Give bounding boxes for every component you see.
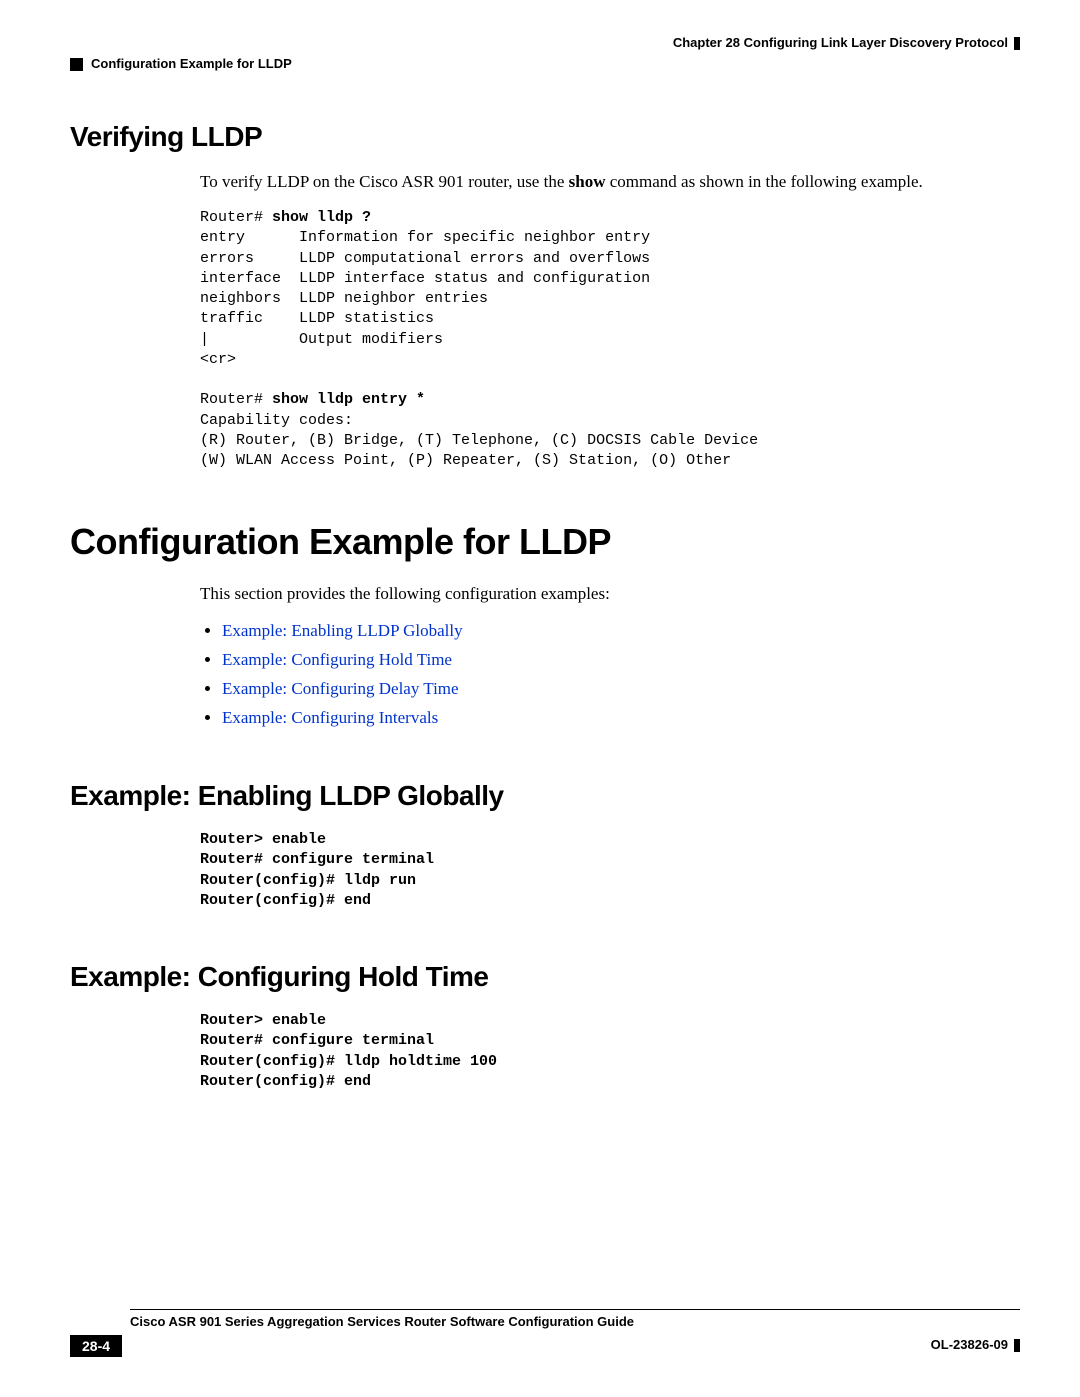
header-left: Configuration Example for LLDP [70, 56, 1020, 71]
code-line: Router> enable [200, 1012, 326, 1029]
footer-rule [130, 1309, 1020, 1310]
header-bar-icon [1014, 37, 1020, 50]
footer-row: 28-4 OL-23826-09 [70, 1335, 1020, 1357]
docid-text: OL-23826-09 [931, 1337, 1008, 1352]
code-line: Router# [200, 209, 272, 226]
link-enabling-lldp-globally[interactable]: Example: Enabling LLDP Globally [222, 621, 463, 640]
footer-bar-icon [1014, 1339, 1020, 1352]
code-line: Router# [200, 391, 272, 408]
code-line: errors LLDP computational errors and ove… [200, 250, 650, 267]
code-line: | Output modifiers [200, 331, 443, 348]
link-configuring-hold-time[interactable]: Example: Configuring Hold Time [222, 650, 452, 669]
code-line: interface LLDP interface status and conf… [200, 270, 650, 287]
header-right: Chapter 28 Configuring Link Layer Discov… [70, 35, 1020, 50]
code-line: (R) Router, (B) Bridge, (T) Telephone, (… [200, 432, 758, 449]
code-line: Router# configure terminal [200, 1032, 434, 1049]
verifying-code-block: Router# show lldp ? entry Information fo… [200, 208, 1020, 471]
enabling-code-block: Router> enable Router# configure termina… [200, 830, 1020, 911]
config-intro: This section provides the following conf… [200, 583, 1020, 730]
intro-part-c: command as shown in the following exampl… [605, 172, 922, 191]
list-item: Example: Configuring Delay Time [222, 678, 1020, 701]
code-line: Router> enable [200, 831, 326, 848]
heading-config-example: Configuration Example for LLDP [70, 521, 1020, 563]
page: Chapter 28 Configuring Link Layer Discov… [0, 0, 1080, 1397]
holdtime-code-block: Router> enable Router# configure termina… [200, 1011, 1020, 1092]
code-line: <cr> [200, 351, 236, 368]
footer-docid: OL-23826-09 [931, 1337, 1020, 1352]
code-line: (W) WLAN Access Point, (P) Repeater, (S)… [200, 452, 731, 469]
code-cmd: show lldp entry * [272, 391, 425, 408]
heading-verifying-lldp: Verifying LLDP [70, 121, 1020, 153]
config-intro-text: This section provides the following conf… [200, 583, 1020, 606]
example-links-list: Example: Enabling LLDP Globally Example:… [200, 620, 1020, 730]
list-item: Example: Enabling LLDP Globally [222, 620, 1020, 643]
chapter-label: Chapter 28 Configuring Link Layer Discov… [673, 35, 1008, 50]
list-item: Example: Configuring Intervals [222, 707, 1020, 730]
code-line: entry Information for specific neighbor … [200, 229, 650, 246]
header-section-label: Configuration Example for LLDP [91, 56, 292, 71]
code-line: Router(config)# end [200, 892, 371, 909]
heading-enabling-globally: Example: Enabling LLDP Globally [70, 780, 1020, 812]
page-number-badge: 28-4 [70, 1335, 122, 1357]
link-configuring-intervals[interactable]: Example: Configuring Intervals [222, 708, 438, 727]
running-header: Chapter 28 Configuring Link Layer Discov… [70, 35, 1020, 71]
code-line: Router(config)# lldp run [200, 872, 416, 889]
link-configuring-delay-time[interactable]: Example: Configuring Delay Time [222, 679, 459, 698]
code-line: Router# configure terminal [200, 851, 434, 868]
code-line: Router(config)# end [200, 1073, 371, 1090]
code-line: neighbors LLDP neighbor entries [200, 290, 488, 307]
verifying-intro: To verify LLDP on the Cisco ASR 901 rout… [200, 171, 1020, 194]
header-square-icon [70, 58, 83, 71]
code-line: Router(config)# lldp holdtime 100 [200, 1053, 497, 1070]
intro-part-a: To verify LLDP on the Cisco ASR 901 rout… [200, 172, 569, 191]
code-line: traffic LLDP statistics [200, 310, 434, 327]
heading-configuring-hold-time: Example: Configuring Hold Time [70, 961, 1020, 993]
page-footer: Cisco ASR 901 Series Aggregation Service… [70, 1309, 1020, 1357]
code-cmd: show lldp ? [272, 209, 371, 226]
footer-guide-title: Cisco ASR 901 Series Aggregation Service… [130, 1314, 1020, 1329]
list-item: Example: Configuring Hold Time [222, 649, 1020, 672]
intro-show-cmd: show [569, 172, 606, 191]
code-line: Capability codes: [200, 412, 353, 429]
